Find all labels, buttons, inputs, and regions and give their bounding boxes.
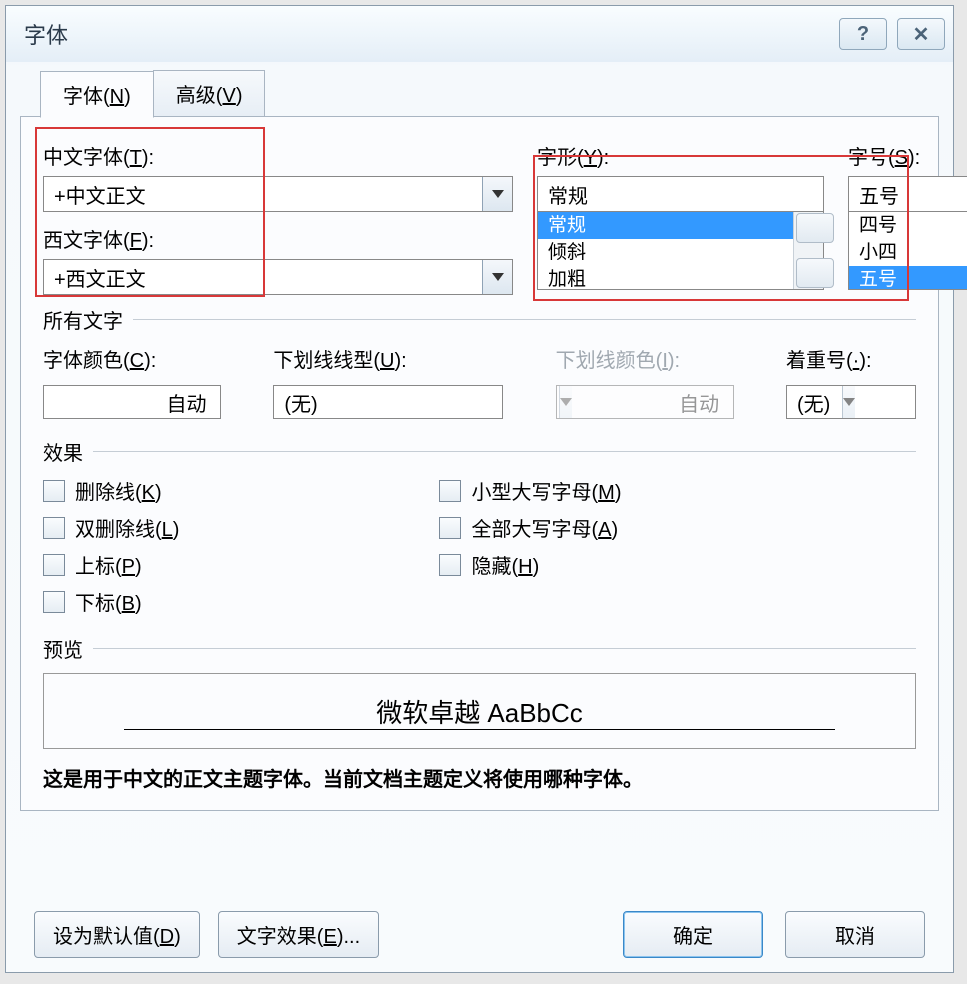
font-style-label: 字形(Y): — [537, 141, 824, 170]
font-color-combo[interactable] — [43, 385, 221, 419]
preview-box: 微软卓越 AaBbCc — [43, 673, 916, 749]
checkbox-small-caps[interactable]: 小型大写字母(M) — [439, 476, 621, 505]
chevron-down-icon — [843, 398, 855, 406]
list-item[interactable]: 常规 — [538, 212, 793, 239]
scroll-up-button[interactable] — [796, 213, 834, 243]
western-font-input[interactable] — [44, 260, 482, 294]
preview-label: 预览 — [43, 634, 83, 663]
chinese-font-input[interactable] — [44, 177, 482, 211]
underline-style-label: 下划线线型(U): — [273, 344, 503, 373]
all-text-label: 所有文字 — [43, 305, 123, 334]
checkbox-strikethrough[interactable]: 删除线(K) — [43, 476, 179, 505]
tab-font[interactable]: 字体(N) — [40, 71, 154, 118]
divider — [93, 451, 916, 452]
button-bar: 设为默认值(D) 文字效果(E)... 确定 取消 — [34, 911, 925, 958]
list-item[interactable]: 四号 — [849, 212, 967, 239]
divider — [133, 319, 916, 320]
set-default-button[interactable]: 设为默认值(D) — [34, 911, 200, 958]
divider — [93, 648, 916, 649]
checkbox-box — [439, 480, 461, 502]
checkbox-box — [43, 554, 65, 576]
cancel-button[interactable]: 取消 — [785, 911, 925, 958]
underline-color-input — [557, 386, 842, 418]
font-size-input-box[interactable] — [848, 176, 967, 212]
list-item[interactable]: 加粗 — [538, 266, 793, 289]
underline-color-combo — [556, 385, 734, 419]
font-style-listbox[interactable]: 常规 倾斜 加粗 — [537, 212, 824, 290]
checkbox-hidden[interactable]: 隐藏(H) — [439, 550, 621, 579]
font-color-label: 字体颜色(C): — [43, 344, 221, 373]
tab-advanced[interactable]: 高级(V) — [153, 70, 266, 117]
western-font-combo[interactable] — [43, 259, 513, 295]
emphasis-label: 着重号(·): — [786, 344, 916, 373]
help-button[interactable]: ? — [839, 18, 887, 50]
checkbox-superscript[interactable]: 上标(P) — [43, 550, 179, 579]
underline-style-combo[interactable] — [273, 385, 503, 419]
scroll-down-button[interactable] — [796, 258, 834, 288]
dialog-title: 字体 — [24, 18, 839, 50]
chinese-font-dropdown-button[interactable] — [482, 177, 512, 211]
checkbox-box — [43, 517, 65, 539]
font-style-input[interactable] — [538, 177, 823, 211]
underline-style-input[interactable] — [274, 386, 559, 418]
checkbox-double-strikethrough[interactable]: 双删除线(L) — [43, 513, 179, 542]
font-size-input[interactable] — [849, 177, 967, 211]
underline-color-dropdown-button — [842, 386, 855, 418]
chinese-font-combo[interactable] — [43, 176, 513, 212]
chevron-down-icon — [492, 273, 504, 281]
font-style-input-box[interactable] — [537, 176, 824, 212]
chevron-down-icon — [492, 190, 504, 198]
checkbox-all-caps[interactable]: 全部大写字母(A) — [439, 513, 621, 542]
checkbox-subscript[interactable]: 下标(B) — [43, 587, 179, 616]
checkbox-box — [43, 591, 65, 613]
western-font-dropdown-button[interactable] — [482, 260, 512, 294]
text-effects-button[interactable]: 文字效果(E)... — [218, 911, 379, 958]
preview-text: 微软卓越 AaBbCc — [376, 693, 583, 730]
checkbox-box — [439, 554, 461, 576]
scrollbar[interactable] — [793, 212, 823, 289]
effects-label: 效果 — [43, 437, 83, 466]
underline-color-label: 下划线颜色(I): — [556, 344, 734, 373]
tab-panel: 中文字体(T): 西文字体(F): — [20, 116, 939, 811]
list-item[interactable]: 五号 — [849, 266, 967, 289]
list-item[interactable]: 小四 — [849, 239, 967, 266]
font-size-listbox[interactable]: 四号 小四 五号 — [848, 212, 967, 290]
titlebar: 字体 ? ✕ — [6, 6, 953, 62]
list-item[interactable]: 倾斜 — [538, 239, 793, 266]
checkbox-box — [43, 480, 65, 502]
close-button[interactable]: ✕ — [897, 18, 945, 50]
western-font-label: 西文字体(F): — [43, 224, 513, 253]
checkbox-box — [439, 517, 461, 539]
chinese-font-label: 中文字体(T): — [43, 141, 513, 170]
description-text: 这是用于中文的正文主题字体。当前文档主题定义将使用哪种字体。 — [43, 763, 916, 792]
font-dialog: 字体 ? ✕ 字体(N) 高级(V) 中文字体(T): — [5, 5, 954, 973]
ok-button[interactable]: 确定 — [623, 911, 763, 958]
tabs: 字体(N) 高级(V) — [40, 70, 939, 117]
font-size-label: 字号(S): — [848, 141, 967, 170]
